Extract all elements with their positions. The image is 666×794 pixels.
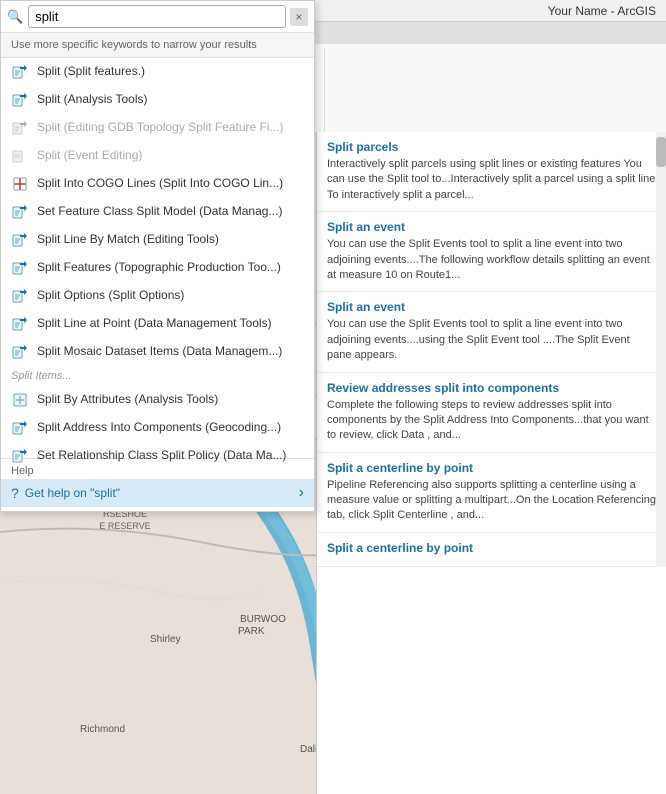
help-content-item-1[interactable]: Split an event You can use the Split Eve… xyxy=(317,212,666,292)
result-icon-1 xyxy=(11,63,29,81)
scrollbar-track[interactable] xyxy=(656,132,666,567)
help-item-content: ? Get help on "split" xyxy=(11,485,120,501)
result-icon-7 xyxy=(11,231,29,249)
help-item-label: Get help on "split" xyxy=(25,486,120,500)
scrollbar-thumb[interactable] xyxy=(656,137,666,167)
split-items-divider: Split Items... xyxy=(1,366,314,386)
help-content-title-3: Review addresses split into components xyxy=(327,381,656,395)
help-section: Help ? Get help on "split" › xyxy=(1,458,314,511)
result-label-5: Split Into COGO Lines (Split Into COGO L… xyxy=(37,176,283,192)
result-label-13: Split Address Into Components (Geocoding… xyxy=(37,420,281,436)
result-label-9: Split Options (Split Options) xyxy=(37,288,184,304)
result-icon-2 xyxy=(11,91,29,109)
help-content-item-0[interactable]: Split parcels Interactively split parcel… xyxy=(317,132,666,212)
help-question-icon: ? xyxy=(11,485,19,501)
help-content-text-0: Interactively split parcels using split … xyxy=(327,157,656,203)
search-result-11[interactable]: Split Mosaic Dataset Items (Data Managem… xyxy=(1,338,314,366)
search-result-5[interactable]: Split Into COGO Lines (Split Into COGO L… xyxy=(1,170,314,198)
search-result-9[interactable]: Split Options (Split Options) xyxy=(1,282,314,310)
help-arrow-icon: › xyxy=(299,484,304,502)
result-label-8: Split Features (Topographic Production T… xyxy=(37,260,281,276)
help-content-text-3: Complete the following steps to review a… xyxy=(327,398,656,444)
result-label-2: Split (Analysis Tools) xyxy=(37,92,147,108)
result-icon-10 xyxy=(11,315,29,333)
help-content-title-0: Split parcels xyxy=(327,140,656,154)
help-content-title-4: Split a centerline by point xyxy=(327,461,656,475)
result-icon-3 xyxy=(11,119,29,137)
search-result-10[interactable]: Split Line at Point (Data Management Too… xyxy=(1,310,314,338)
result-icon-14 xyxy=(11,447,29,465)
help-content-scroll-container: Split parcels Interactively split parcel… xyxy=(317,132,666,567)
search-result-4: Split (Event Editing) xyxy=(1,142,314,170)
result-label-1: Split (Split features.) xyxy=(37,64,145,80)
search-dropdown: 🔍 × Use more specific keywords to narrow… xyxy=(0,0,315,512)
get-help-button[interactable]: ? Get help on "split" › xyxy=(1,479,314,507)
search-clear-button[interactable]: × xyxy=(290,8,308,26)
result-icon-5 xyxy=(11,175,29,193)
result-icon-6 xyxy=(11,203,29,221)
result-icon-4 xyxy=(11,147,29,165)
svg-text:Shirley: Shirley xyxy=(150,634,181,645)
result-icon-11 xyxy=(11,343,29,361)
result-icon-9 xyxy=(11,287,29,305)
search-result-8[interactable]: Split Features (Topographic Production T… xyxy=(1,254,314,282)
result-icon-8 xyxy=(11,259,29,277)
result-label-4: Split (Event Editing) xyxy=(37,148,142,164)
help-content-item-3[interactable]: Review addresses split into components C… xyxy=(317,373,666,453)
help-label: Help xyxy=(1,463,314,479)
search-result-3: Split (Editing GDB Topology Split Featur… xyxy=(1,114,314,142)
svg-text:E RESERVE: E RESERVE xyxy=(99,521,150,531)
svg-text:PARK: PARK xyxy=(238,626,265,637)
result-label-12: Split By Attributes (Analysis Tools) xyxy=(37,392,218,408)
result-icon-13 xyxy=(11,419,29,437)
help-content-text-2: You can use the Split Events tool to spl… xyxy=(327,317,656,363)
result-label-14: Set Relationship Class Split Policy (Dat… xyxy=(37,448,286,464)
search-result-13[interactable]: Split Address Into Components (Geocoding… xyxy=(1,414,314,442)
result-label-6: Set Feature Class Split Model (Data Mana… xyxy=(37,204,282,220)
search-results-list: Split (Split features.) Split (Analysis … xyxy=(1,58,314,458)
search-result-2[interactable]: Split (Analysis Tools) xyxy=(1,86,314,114)
result-label-11: Split Mosaic Dataset Items (Data Managem… xyxy=(37,344,282,360)
search-box-container: 🔍 × xyxy=(1,1,314,33)
help-content-panel: Split parcels Interactively split parcel… xyxy=(316,132,666,794)
help-content-title-1: Split an event xyxy=(327,220,656,234)
search-input[interactable] xyxy=(28,5,286,28)
search-magnifier-icon: 🔍 xyxy=(7,9,23,25)
search-hint: Use more specific keywords to narrow you… xyxy=(1,33,314,58)
search-result-7[interactable]: Split Line By Match (Editing Tools) xyxy=(1,226,314,254)
help-content-text-4: Pipeline Referencing also supports split… xyxy=(327,478,656,524)
search-result-1[interactable]: Split (Split features.) xyxy=(1,58,314,86)
help-content-title-2: Split an event xyxy=(327,300,656,314)
search-result-6[interactable]: Set Feature Class Split Model (Data Mana… xyxy=(1,198,314,226)
help-content-item-4[interactable]: Split a centerline by point Pipeline Ref… xyxy=(317,453,666,533)
help-content-item-5[interactable]: Split a centerline by point xyxy=(317,533,666,567)
help-content-text-1: You can use the Split Events tool to spl… xyxy=(327,237,656,283)
result-label-3: Split (Editing GDB Topology Split Featur… xyxy=(37,120,284,136)
app-title: Your Name - ArcGIS xyxy=(548,4,656,18)
svg-text:BURWOO: BURWOO xyxy=(240,614,286,625)
svg-text:Richmond: Richmond xyxy=(80,724,125,735)
result-label-10: Split Line at Point (Data Management Too… xyxy=(37,316,272,332)
help-content-title-5: Split a centerline by point xyxy=(327,541,656,555)
search-result-12[interactable]: Split By Attributes (Analysis Tools) xyxy=(1,386,314,414)
help-content-item-2[interactable]: Split an event You can use the Split Eve… xyxy=(317,292,666,372)
result-label-7: Split Line By Match (Editing Tools) xyxy=(37,232,219,248)
result-icon-12 xyxy=(11,391,29,409)
